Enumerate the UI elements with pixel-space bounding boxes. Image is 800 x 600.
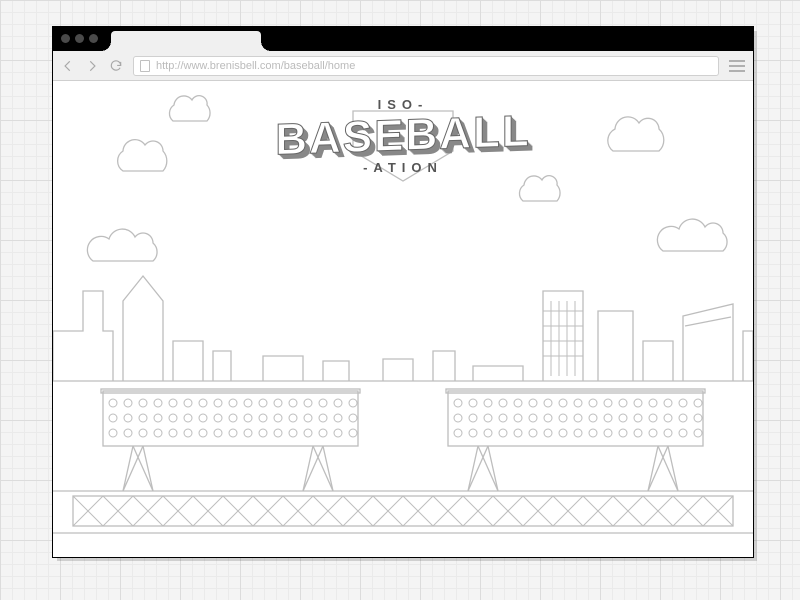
page-icon	[140, 60, 150, 72]
tab-strip	[53, 27, 753, 51]
back-button[interactable]	[61, 59, 75, 73]
page-viewport: ISO- BASEBALL -ATION	[53, 81, 753, 557]
browser-toolbar: http://www.brenisbell.com/baseball/home	[53, 51, 753, 81]
url-text: http://www.brenisbell.com/baseball/home	[156, 60, 355, 72]
window-controls	[61, 34, 98, 43]
nav-button-group	[61, 59, 123, 73]
reload-button[interactable]	[109, 59, 123, 73]
logo-main-text: BASEBALL	[275, 110, 531, 163]
url-bar[interactable]: http://www.brenisbell.com/baseball/home	[133, 56, 719, 76]
page-logo: ISO- BASEBALL -ATION	[275, 97, 531, 175]
browser-tab[interactable]	[111, 31, 261, 51]
window-minimize-icon[interactable]	[75, 34, 84, 43]
window-zoom-icon[interactable]	[89, 34, 98, 43]
browser-mockup: http://www.brenisbell.com/baseball/home	[53, 27, 753, 557]
forward-button[interactable]	[85, 59, 99, 73]
hamburger-menu-icon[interactable]	[729, 60, 745, 72]
window-close-icon[interactable]	[61, 34, 70, 43]
